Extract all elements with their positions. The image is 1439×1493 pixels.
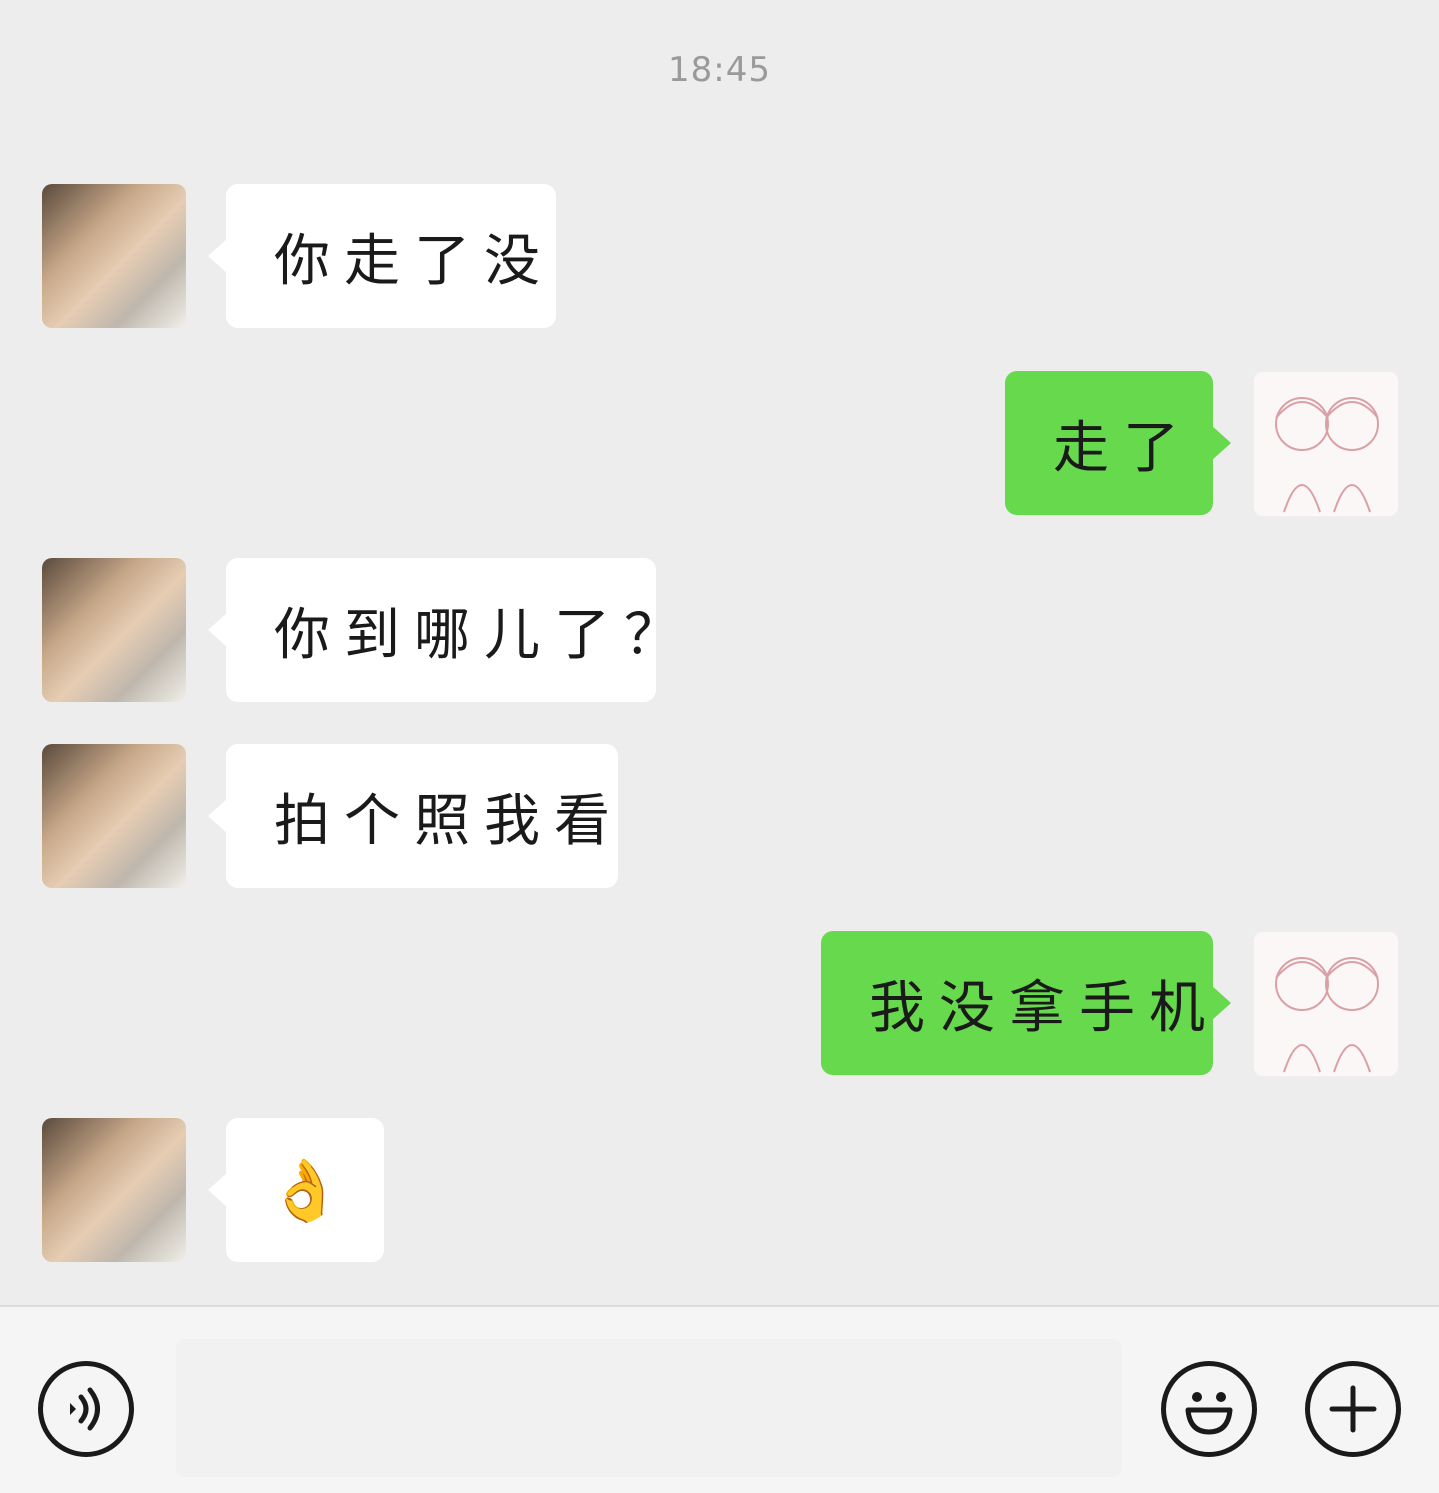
message-incoming: 你走了没 (0, 184, 1439, 328)
contact-avatar[interactable] (42, 184, 186, 328)
message-bubble[interactable]: 走了 (1005, 371, 1231, 515)
my-avatar[interactable] (1253, 371, 1399, 517)
message-bubble[interactable]: 我没拿手机 (821, 931, 1231, 1075)
message-incoming: 你到哪儿了？ (0, 558, 1439, 702)
contact-avatar[interactable] (42, 744, 186, 888)
ok-hand-emoji: 👌 (267, 1155, 343, 1226)
timestamp: 18:45 (668, 50, 771, 90)
message-text: 走了 (1053, 415, 1193, 481)
message-bubble[interactable]: 👌 (208, 1118, 384, 1262)
message-outgoing: 我没拿手机 (0, 931, 1439, 1077)
contact-avatar[interactable] (42, 1118, 186, 1262)
input-bar (0, 1305, 1439, 1493)
message-bubble[interactable]: 你到哪儿了？ (208, 558, 680, 702)
message-text: 拍个照我看 (274, 788, 624, 854)
message-text: 你到哪儿了？ (274, 602, 694, 668)
message-text: 你走了没 (274, 228, 554, 294)
message-input[interactable] (176, 1339, 1122, 1477)
message-incoming: 👌 (0, 1118, 1439, 1262)
message-bubble[interactable]: 你走了没 (208, 184, 556, 328)
my-avatar[interactable] (1253, 931, 1399, 1077)
message-incoming: 拍个照我看 (0, 744, 1439, 888)
message-bubble[interactable]: 拍个照我看 (208, 744, 618, 888)
smiley-icon[interactable] (1161, 1361, 1257, 1457)
message-outgoing: 走了 (0, 371, 1439, 517)
contact-avatar[interactable] (42, 558, 186, 702)
message-text: 我没拿手机 (869, 975, 1219, 1041)
chat-area: 18:45 你走了没 走了 你到哪儿了？ 拍个照我看 我没拿手机 👌 (0, 0, 1439, 1305)
voice-icon[interactable] (38, 1361, 134, 1457)
plus-icon[interactable] (1305, 1361, 1401, 1457)
